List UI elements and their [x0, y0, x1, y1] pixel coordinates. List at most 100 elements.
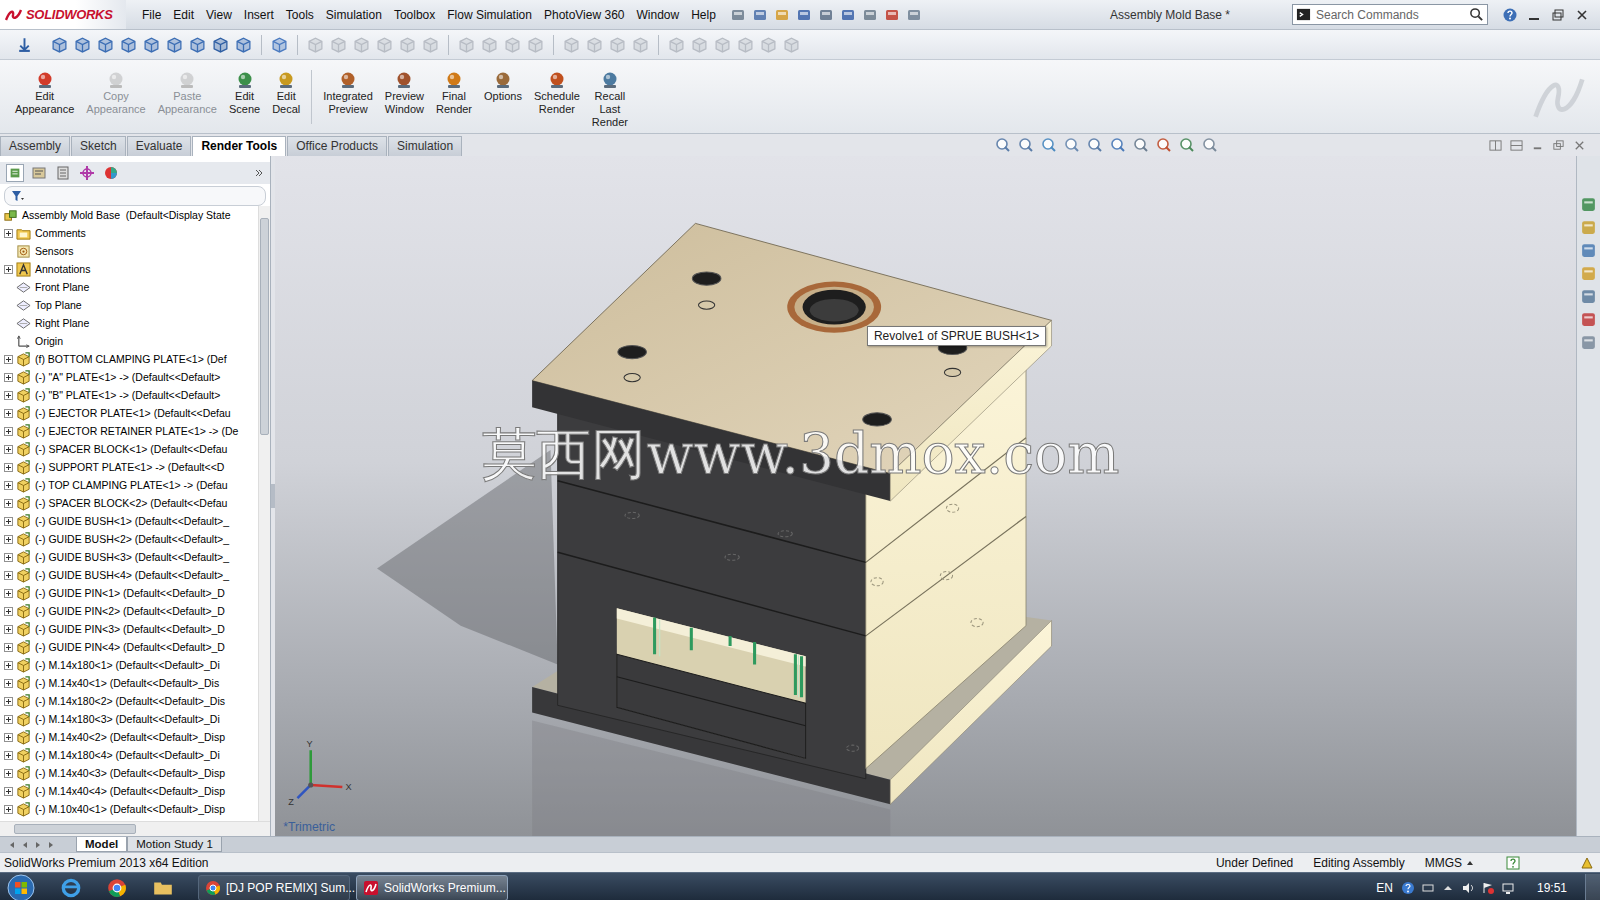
- expand-icon[interactable]: [4, 409, 13, 418]
- task-pane-icon[interactable]: [1580, 196, 1597, 213]
- menu-item[interactable]: Help: [685, 8, 722, 22]
- tree-item[interactable]: Front Plane: [0, 278, 258, 296]
- taskbar-button[interactable]: SolidWorks Premium...: [356, 875, 508, 900]
- expand-icon[interactable]: [4, 751, 13, 760]
- view-tool-icon[interactable]: [1156, 137, 1172, 153]
- command-tab[interactable]: Assembly: [0, 136, 70, 156]
- view-icon[interactable]: [481, 36, 498, 53]
- model-tab[interactable]: Model: [76, 837, 127, 852]
- status-item[interactable]: MMGS: [1425, 856, 1462, 870]
- graphics-area[interactable]: 莫西网www.3dmox.comYXZ*Trimetric Revolve1 o…: [275, 156, 1576, 836]
- expand-icon[interactable]: [4, 769, 13, 778]
- expand-icon[interactable]: [4, 733, 13, 742]
- menu-item[interactable]: Window: [630, 8, 685, 22]
- tab-scroll-icon[interactable]: [8, 841, 16, 849]
- expand-icon[interactable]: [4, 715, 13, 724]
- view-icon[interactable]: [212, 36, 229, 53]
- view-tool-icon[interactable]: [1133, 137, 1149, 153]
- magnifier-icon[interactable]: [1469, 7, 1484, 22]
- start-button-icon[interactable]: [6, 873, 36, 900]
- ribbon-button[interactable]: Preview Window: [382, 70, 427, 116]
- tree-item[interactable]: (-) EJECTOR PLATE<1> (Default<<Defau: [0, 404, 258, 422]
- toolbar-icon[interactable]: [884, 7, 900, 23]
- view-icon[interactable]: [189, 36, 206, 53]
- expand-icon[interactable]: [4, 679, 13, 688]
- clock[interactable]: 19:51: [1537, 881, 1567, 895]
- help-icon[interactable]: [1401, 881, 1415, 895]
- expand-icon[interactable]: [4, 391, 13, 400]
- view-icon[interactable]: [422, 36, 439, 53]
- vertical-scrollbar[interactable]: [258, 206, 270, 821]
- tree-item[interactable]: (-) SPACER BLOCK<1> (Default<<Defau: [0, 440, 258, 458]
- menu-item[interactable]: Edit: [167, 8, 200, 22]
- tree-item[interactable]: (-) M.14x40<3> (Default<<Default>_Disp: [0, 764, 258, 782]
- view-icon[interactable]: [609, 36, 626, 53]
- tab-scroll-icon[interactable]: [34, 841, 42, 849]
- tree-item[interactable]: Sensors: [0, 242, 258, 260]
- view-icon[interactable]: [458, 36, 475, 53]
- view-icon[interactable]: [783, 36, 800, 53]
- volume-icon[interactable]: [1461, 881, 1475, 895]
- restore-icon[interactable]: [1552, 139, 1565, 152]
- view-icon[interactable]: [166, 36, 183, 53]
- tree-filter[interactable]: [4, 186, 266, 206]
- dimxpert-icon[interactable]: [78, 164, 96, 182]
- view-icon[interactable]: [399, 36, 416, 53]
- toolbar-icon[interactable]: [774, 7, 790, 23]
- menu-item[interactable]: File: [136, 8, 167, 22]
- chrome-icon[interactable]: [106, 877, 128, 899]
- view-icon[interactable]: [143, 36, 160, 53]
- action-center-icon[interactable]: [1481, 881, 1495, 895]
- view-icon[interactable]: [235, 36, 252, 53]
- expand-icon[interactable]: [4, 553, 13, 562]
- tree-item[interactable]: Annotations: [0, 260, 258, 278]
- tree-item[interactable]: (-) SPACER BLOCK<2> (Default<<Defau: [0, 494, 258, 512]
- expand-panel-icon[interactable]: [254, 168, 264, 178]
- ribbon-button[interactable]: Paste Appearance: [155, 70, 220, 116]
- expand-icon[interactable]: [4, 643, 13, 652]
- tree-item[interactable]: (-) EJECTOR RETAINER PLATE<1> -> (De: [0, 422, 258, 440]
- view-tool-icon[interactable]: [1110, 137, 1126, 153]
- toolbar-icon[interactable]: [796, 7, 812, 23]
- menu-item[interactable]: Tools: [280, 8, 320, 22]
- view-tool-icon[interactable]: [1087, 137, 1103, 153]
- expand-icon[interactable]: [4, 517, 13, 526]
- toolbar-icon[interactable]: [752, 7, 768, 23]
- internet-explorer-icon[interactable]: [60, 877, 82, 899]
- command-tab[interactable]: Simulation: [388, 136, 462, 156]
- ribbon-button[interactable]: Edit Scene: [226, 70, 263, 116]
- view-icon[interactable]: [51, 36, 68, 53]
- task-pane-icon[interactable]: [1580, 242, 1597, 259]
- ribbon-button[interactable]: Recall Last Render: [589, 70, 631, 129]
- view-icon[interactable]: [760, 36, 777, 53]
- tree-item[interactable]: (-) GUIDE BUSH<2> (Default<<Default>_: [0, 530, 258, 548]
- expand-icon[interactable]: [4, 463, 13, 472]
- property-manager-icon[interactable]: [30, 164, 48, 182]
- tab-scroll-icon[interactable]: [47, 841, 55, 849]
- expand-icon[interactable]: [4, 661, 13, 670]
- language-indicator[interactable]: EN: [1376, 881, 1393, 895]
- menu-item[interactable]: Simulation: [320, 8, 388, 22]
- tree-item[interactable]: Comments: [0, 224, 258, 242]
- expand-icon[interactable]: [4, 805, 13, 814]
- search-box[interactable]: [1292, 4, 1488, 25]
- ribbon-button[interactable]: Schedule Render: [531, 70, 583, 116]
- tree-root[interactable]: Assembly Mold Base (Default<Display Stat…: [0, 206, 258, 224]
- solidworks-logo[interactable]: SOLIDWORKS: [0, 0, 126, 29]
- minimize-icon[interactable]: [1526, 7, 1542, 23]
- status-item[interactable]: Under Defined: [1216, 856, 1293, 870]
- tree-item[interactable]: (-) GUIDE PIN<4> (Default<<Default>_D: [0, 638, 258, 656]
- view-tool-icon[interactable]: [1018, 137, 1034, 153]
- expand-icon[interactable]: [4, 481, 13, 490]
- menu-item[interactable]: PhotoView 360: [538, 8, 631, 22]
- scroll-thumb[interactable]: [260, 218, 269, 435]
- display-manager-icon[interactable]: [102, 164, 120, 182]
- tree-item[interactable]: (-) "B" PLATE<1> -> (Default<<Default>: [0, 386, 258, 404]
- task-pane-icon[interactable]: [1580, 311, 1597, 328]
- view-tool-icon[interactable]: [1202, 137, 1218, 153]
- split-view-icon[interactable]: [1510, 139, 1523, 152]
- tree-item[interactable]: (f) BOTTOM CLAMPING PLATE<1> (Def: [0, 350, 258, 368]
- tree-item[interactable]: Top Plane: [0, 296, 258, 314]
- tree-item[interactable]: (-) TOP CLAMPING PLATE<1> -> (Defau: [0, 476, 258, 494]
- feature-tree-icon[interactable]: [6, 164, 24, 182]
